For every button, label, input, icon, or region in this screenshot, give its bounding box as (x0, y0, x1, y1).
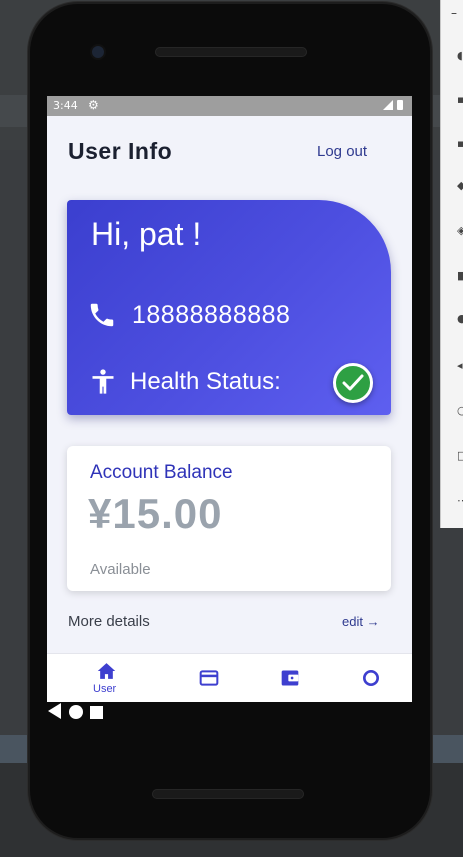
nav-user-tab[interactable]: User (67, 654, 147, 702)
edit-link[interactable]: edit → (342, 614, 380, 629)
nav-wallet-tab[interactable] (250, 654, 330, 702)
page-title: User Info (68, 138, 173, 164)
user-card: Hi, pat ! 18888888888 Health Status: (67, 200, 391, 415)
bottom-speaker (152, 789, 304, 799)
app-screen: 3:44 ⚙ User Info Log out Hi, pat ! 18888… (47, 96, 412, 702)
phone-number: 18888888888 (132, 300, 291, 329)
rotate-right-icon[interactable]: ◈ (457, 225, 463, 237)
credit-card-icon (199, 670, 219, 686)
balance-title: Account Balance (90, 462, 233, 483)
health-ok-check-icon (333, 363, 373, 403)
status-time: 3:44 (53, 99, 78, 112)
emulator-side-toolbar: – ◖ ▪ ▪ ◆ ◈ ■ ● ◂ ○ □ ⋯ (440, 0, 463, 528)
balance-card[interactable]: Account Balance ¥15.00 Available (67, 446, 391, 591)
power-icon[interactable]: ◖ (457, 50, 463, 62)
status-bar: 3:44 ⚙ (47, 96, 412, 116)
system-recents-icon[interactable] (89, 705, 104, 720)
circle-icon (363, 670, 379, 686)
home-icon[interactable]: ○ (457, 405, 463, 417)
nav-user-label: User (93, 683, 117, 695)
back-icon[interactable]: ◂ (457, 360, 463, 372)
screenshot-icon[interactable]: ■ (457, 270, 463, 282)
rotate-left-icon[interactable]: ◆ (457, 180, 463, 192)
home-icon (97, 663, 116, 679)
balance-amount: ¥15.00 (88, 490, 223, 537)
health-row: Health Status: (89, 366, 281, 398)
health-status-label: Health Status: (130, 368, 281, 395)
overview-icon[interactable]: □ (457, 450, 463, 462)
nav-circle-tab[interactable] (331, 654, 411, 702)
more-details-label: More details (68, 613, 150, 630)
minimize-icon[interactable]: – (451, 6, 457, 20)
accessibility-person-icon (92, 369, 114, 394)
system-back-icon[interactable] (47, 702, 63, 720)
more-icon[interactable]: ⋯ (457, 495, 463, 507)
phone-icon (90, 303, 114, 327)
nav-card-tab[interactable] (168, 654, 248, 702)
phone-row: 18888888888 (87, 300, 290, 330)
front-camera (92, 46, 104, 58)
signal-battery-icon (383, 100, 403, 110)
system-home-icon[interactable] (68, 704, 84, 720)
settings-gear-icon: ⚙ (88, 98, 99, 112)
volume-up-icon[interactable]: ▪ (457, 94, 463, 106)
system-nav-bar (47, 702, 412, 744)
volume-down-icon[interactable]: ▪ (457, 138, 463, 150)
zoom-icon[interactable]: ● (457, 313, 463, 325)
wallet-icon (281, 670, 299, 686)
greeting-text: Hi, pat ! (91, 216, 202, 252)
balance-status: Available (90, 561, 151, 578)
logout-button[interactable]: Log out (317, 143, 367, 160)
bottom-nav: User (47, 653, 412, 702)
top-speaker (155, 47, 307, 57)
